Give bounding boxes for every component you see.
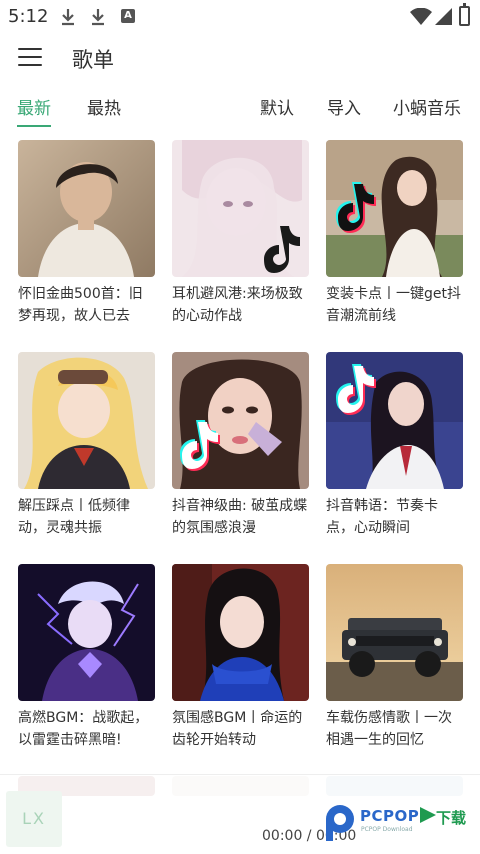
playlist-card[interactable]: 抖音韩语：节奏卡点，心动瞬间 <box>326 352 463 539</box>
playlist-title: 抖音韩语：节奏卡点，心动瞬间 <box>326 498 438 536</box>
source-button[interactable]: 小蜗音乐 <box>393 94 461 119</box>
playlist-card[interactable]: 高燃BGM：战歌起，以雷霆击碎黑暗! <box>18 564 155 751</box>
player-bar: LX 00:00 / 00:00 PCPOP PCPOP Download 下载 <box>0 774 480 854</box>
watermark-logo-icon <box>326 805 354 841</box>
watermark: PCPOP PCPOP Download 下载 <box>324 803 476 843</box>
menu-icon[interactable] <box>18 48 42 68</box>
playlist-cover <box>172 564 309 701</box>
import-button[interactable]: 导入 <box>327 94 361 119</box>
playlist-cover <box>18 564 155 701</box>
app-bar: 歌单 <box>0 34 480 84</box>
playlist-cover <box>172 140 309 277</box>
playlist-card[interactable]: 怀旧金曲500首：旧梦再现，故人已去 <box>18 140 155 327</box>
tab-hottest[interactable]: 最热 <box>87 94 121 119</box>
watermark-text: PCPOP <box>360 807 420 825</box>
playlist-title: 解压踩点丨低频律动，灵魂共振 <box>18 498 130 536</box>
playlist-title: 抖音神级曲: 破茧成蝶的氛围感浪漫 <box>172 498 308 536</box>
playlist-card[interactable]: 解压踩点丨低频律动，灵魂共振 <box>18 352 155 539</box>
tab-latest[interactable]: 最新 <box>17 94 51 127</box>
player-logo[interactable]: LX <box>6 791 62 847</box>
playlist-title: 怀旧金曲500首：旧梦再现，故人已去 <box>18 286 143 324</box>
play-icon <box>420 807 436 823</box>
sort-default-button[interactable]: 默认 <box>260 94 294 119</box>
playlist-card[interactable]: 耳机避风港:来场极致的心动作战 <box>172 140 309 327</box>
playlist-cover <box>326 352 463 489</box>
playlist-card[interactable]: 车载伤感情歌丨一次相遇一生的回忆 <box>326 564 463 751</box>
playlist-title: 变装卡点丨一键get抖音潮流前线 <box>326 286 461 324</box>
playlist-cover <box>326 140 463 277</box>
playlist-cover <box>172 352 309 489</box>
download-icon <box>62 9 74 26</box>
tab-bar: 最新 最热 默认 导入 小蜗音乐 <box>0 88 480 128</box>
playlist-card[interactable]: 氛围感BGM丨命运的齿轮开始转动 <box>172 564 309 751</box>
download-icon <box>92 9 104 26</box>
playlist-card[interactable]: 抖音神级曲: 破茧成蝶的氛围感浪漫 <box>172 352 309 539</box>
playlist-title: 耳机避风港:来场极致的心动作战 <box>172 286 303 324</box>
signal-icon <box>435 8 452 25</box>
page-title: 歌单 <box>72 48 114 72</box>
playlist-title: 高燃BGM：战歌起，以雷霆击碎黑暗! <box>18 710 149 748</box>
a-icon: A <box>121 9 135 23</box>
playlist-card[interactable]: 变装卡点丨一键get抖音潮流前线 <box>326 140 463 327</box>
playlist-cover <box>326 564 463 701</box>
battery-icon <box>459 3 470 26</box>
playlist-title: 车载伤感情歌丨一次相遇一生的回忆 <box>326 710 452 748</box>
status-time: 5:12 <box>8 6 49 27</box>
playlist-cover <box>18 140 155 277</box>
playlist-cover <box>18 352 155 489</box>
wifi-icon <box>410 8 432 25</box>
playlist-title: 氛围感BGM丨命运的齿轮开始转动 <box>172 710 303 748</box>
watermark-suffix: 下载 <box>436 809 467 827</box>
watermark-sub: PCPOP Download <box>361 826 413 833</box>
status-bar: 5:12 A <box>0 0 480 34</box>
